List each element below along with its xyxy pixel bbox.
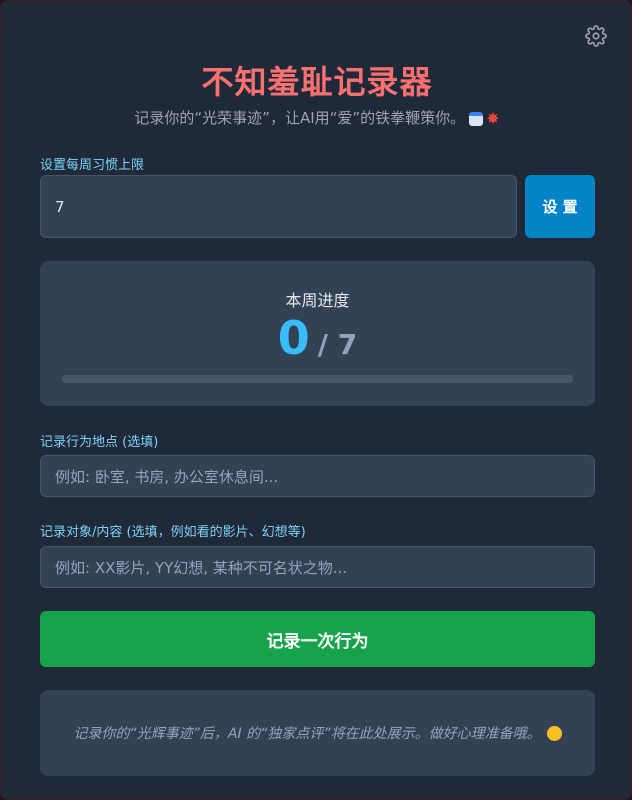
weekly-limit-label: 设置每周习惯上限 bbox=[40, 158, 145, 173]
location-input[interactable]: 例如: 卧室, 书房, 办公室休息间... bbox=[40, 455, 595, 497]
collision-icon: ✸ bbox=[486, 109, 500, 128]
content-input[interactable]: 例如: XX影片, YY幻想, 某种不可名状之物... bbox=[40, 546, 595, 588]
set-limit-button[interactable]: 设 置 bbox=[525, 175, 595, 238]
record-behavior-button[interactable]: 记录一次行为 bbox=[40, 611, 595, 667]
progress-limit: / 7 bbox=[317, 328, 358, 361]
progress-bar bbox=[62, 375, 573, 383]
ai-review-text: 记录你的“光辉事迹”后，AI 的“独家点评”将在此处展示。做好心理准备哦。 bbox=[73, 726, 541, 742]
location-label: 记录行为地点 (选填) bbox=[40, 435, 159, 450]
subtitle: 记录你的“光荣事迹”，让AI用“爱”的铁拳鞭策你。 ✸ bbox=[1, 107, 631, 128]
content-placeholder: 例如: XX影片, YY幻想, 某种不可名状之物... bbox=[55, 558, 348, 577]
content-label: 记录对象/内容 (选填，例如看的影片、幻想等) bbox=[40, 525, 306, 540]
page-title: 不知羞耻记录器 bbox=[201, 63, 433, 101]
weekly-limit-value: 7 bbox=[55, 197, 65, 216]
weekly-progress-panel: 本周进度 0/ 7 bbox=[40, 261, 595, 406]
app-card: 不知羞耻记录器 记录你的“光荣事迹”，让AI用“爱”的铁拳鞭策你。 ✸ 设置每周习… bbox=[0, 0, 632, 800]
gear-icon[interactable] bbox=[585, 25, 607, 47]
progress-label: 本周进度 bbox=[285, 291, 350, 310]
location-placeholder: 例如: 卧室, 书房, 办公室休息间... bbox=[55, 467, 279, 486]
progress-count: 0/ 7 bbox=[40, 311, 595, 365]
weekly-limit-input[interactable]: 7 bbox=[40, 175, 517, 238]
calendar-icon bbox=[469, 111, 484, 126]
subtitle-text: 记录你的“光荣事迹”，让AI用“爱”的铁拳鞭策你。 bbox=[134, 109, 466, 127]
ai-review-panel: 记录你的“光辉事迹”后，AI 的“独家点评”将在此处展示。做好心理准备哦。 bbox=[40, 690, 595, 776]
progress-current: 0 bbox=[277, 311, 310, 365]
smiling-face-icon bbox=[546, 725, 562, 741]
